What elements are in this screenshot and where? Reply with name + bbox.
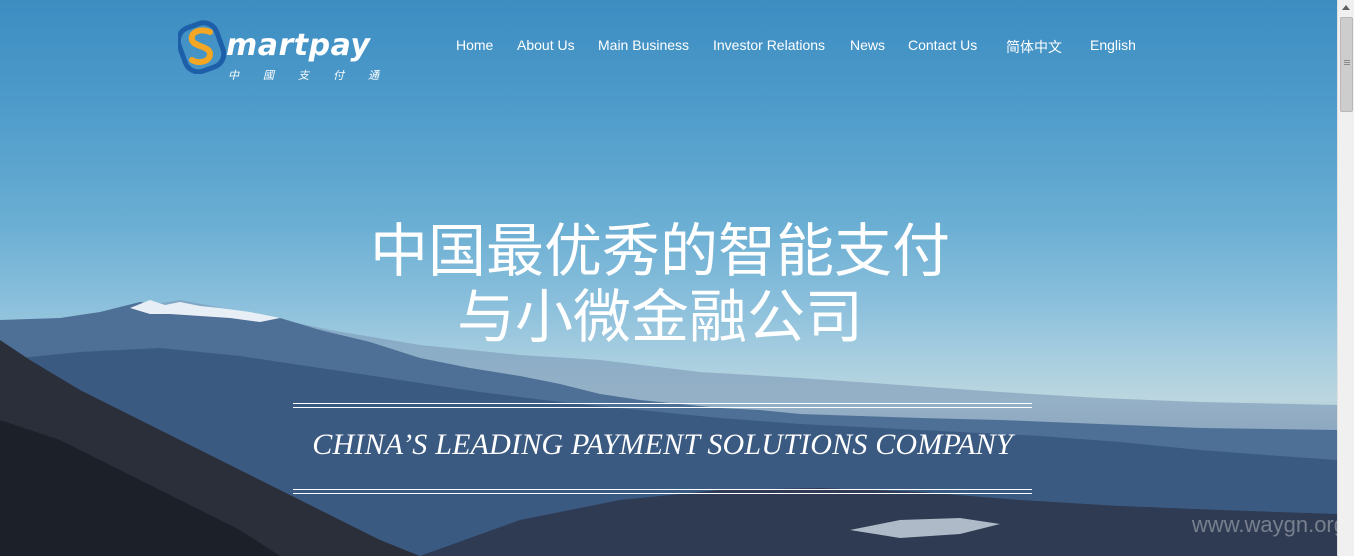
tagline-bottom-rule-2 [293, 493, 1032, 494]
scroll-grip-icon [1344, 60, 1350, 61]
nav-about-us[interactable]: About Us [517, 37, 575, 53]
tagline-bottom-rule [293, 489, 1032, 490]
hero-tagline: CHINA’S LEADING PAYMENT SOLUTIONS COMPAN… [312, 428, 1013, 461]
watermark-text: www.waygn.org [1191, 512, 1337, 537]
hero-banner: martpay 中國支付通 Home About Us Main Busines… [0, 0, 1337, 556]
hero-headline-line1: 中国最优秀的智能支付 [369, 217, 950, 285]
logo-chinese-subtitle: 中國支付通 [228, 70, 403, 82]
logo-wordmark: martpay [226, 28, 371, 63]
nav-main-business[interactable]: Main Business [598, 37, 689, 53]
scroll-up-arrow-icon[interactable] [1338, 0, 1354, 16]
tagline-top-rule [293, 403, 1032, 404]
nav-investor-relations[interactable]: Investor Relations [713, 37, 825, 53]
vertical-scrollbar[interactable] [1337, 0, 1354, 556]
hero-headline: 中国最优秀的智能支付 与小微金融公司 [300, 218, 1020, 350]
smartpay-logo[interactable]: martpay 中國支付通 [178, 18, 388, 82]
nav-contact-us[interactable]: Contact Us [908, 37, 977, 53]
smartpay-s-mark-icon [178, 20, 226, 74]
nav-news[interactable]: News [850, 37, 885, 53]
nav-home[interactable]: Home [456, 37, 493, 53]
hero-headline-line2: 与小微金融公司 [456, 283, 863, 351]
nav-lang-english[interactable]: English [1090, 37, 1136, 53]
scroll-thumb[interactable] [1340, 17, 1353, 112]
tagline-top-rule-2 [293, 407, 1032, 408]
nav-lang-simplified-chinese[interactable]: 简体中文 [1006, 37, 1062, 57]
